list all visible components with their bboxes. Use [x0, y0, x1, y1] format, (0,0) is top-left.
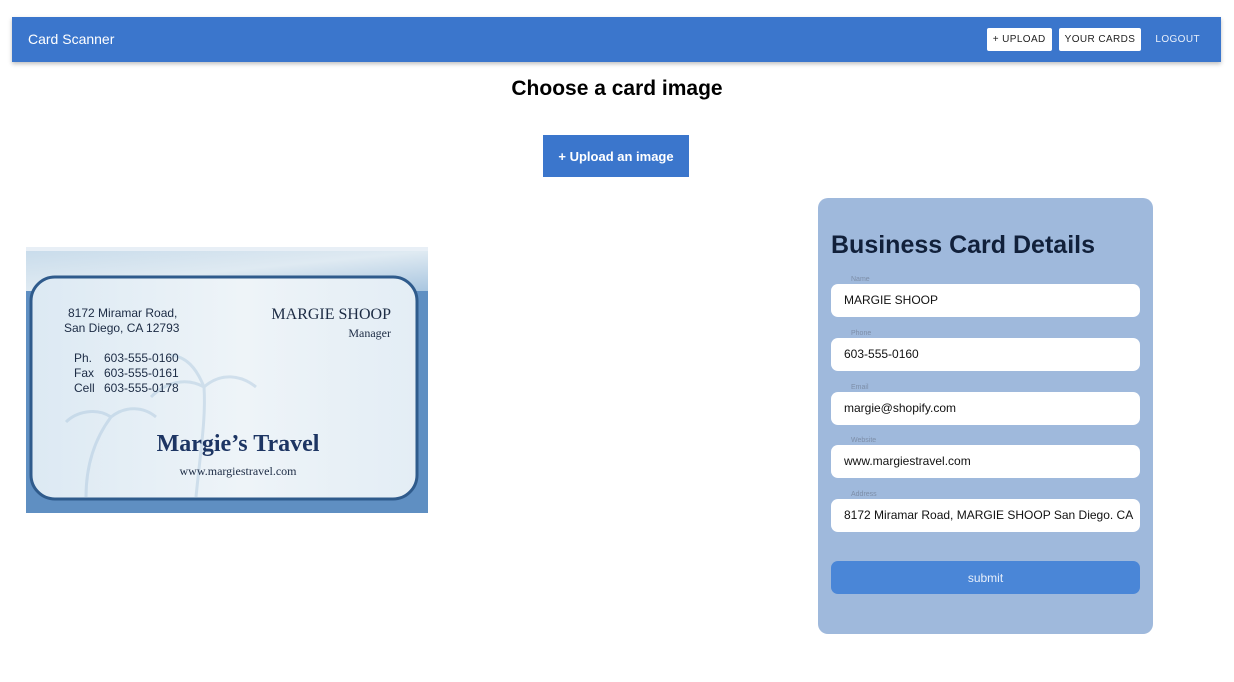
name-field-label: Name	[851, 276, 870, 283]
page-title: Choose a card image	[511, 77, 723, 100]
details-title: Business Card Details	[831, 231, 1095, 259]
address-field-label: Address	[851, 491, 877, 498]
phone-field-label: Phone	[851, 330, 872, 337]
email-input[interactable]: margie@shopify.com	[831, 392, 1140, 425]
card-fax-label: Fax	[74, 366, 94, 380]
card-website: www.margiestravel.com	[180, 464, 298, 478]
card-fax: 603-555-0161	[104, 366, 179, 380]
card-address-line1: 8172 Miramar Road,	[68, 306, 177, 320]
page: Card Scanner + UPLOAD YOUR CARDS LOGOUT …	[0, 0, 1234, 682]
business-card-details-panel: Business Card Details Name MARGIE SHOOP …	[818, 198, 1153, 634]
website-field-label: Website	[851, 437, 877, 444]
app-bar-actions: + UPLOAD YOUR CARDS LOGOUT	[980, 28, 1207, 51]
nav-logout-button[interactable]: LOGOUT	[1148, 28, 1207, 51]
phone-input[interactable]: 603-555-0160	[831, 338, 1140, 371]
card-address-line2: San Diego, CA 12793	[64, 321, 180, 335]
nav-upload-button[interactable]: + UPLOAD	[986, 28, 1052, 51]
nav-your-cards-button[interactable]: YOUR CARDS	[1058, 28, 1142, 51]
card-phone-label: Ph.	[74, 351, 92, 365]
card-cell-label: Cell	[74, 381, 95, 395]
card-role: Manager	[348, 326, 391, 340]
address-input[interactable]: 8172 Miramar Road, MARGIE SHOOP San Dieg…	[831, 499, 1140, 532]
submit-button[interactable]: submit	[831, 561, 1140, 594]
name-input[interactable]: MARGIE SHOOP	[831, 284, 1140, 317]
email-field-label: Email	[851, 384, 869, 391]
upload-image-button[interactable]: + Upload an image	[543, 135, 689, 177]
app-bar: Card Scanner + UPLOAD YOUR CARDS LOGOUT	[12, 17, 1221, 62]
card-cell: 603-555-0178	[104, 381, 179, 395]
card-name: MARGIE SHOOP	[271, 306, 391, 323]
card-phone: 603-555-0160	[104, 351, 179, 365]
website-input[interactable]: www.margiestravel.com	[831, 445, 1140, 478]
card-company: Margie’s Travel	[157, 431, 320, 457]
app-title: Card Scanner	[28, 31, 115, 47]
business-card-image: 8172 Miramar Road, San Diego, CA 12793 P…	[26, 247, 428, 513]
